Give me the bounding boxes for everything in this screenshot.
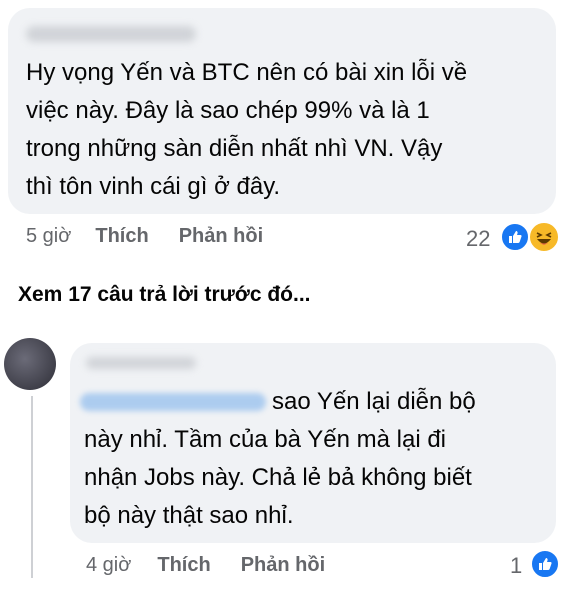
- comment-text-line: Hy vọng Yến và BTC nên có bài xin lỗi về: [26, 59, 468, 86]
- haha-icon[interactable]: [528, 221, 560, 253]
- thread-line: [31, 396, 33, 578]
- comment-actions-1: 5 giờ Thích Phản hồi: [26, 225, 263, 248]
- reaction-count[interactable]: 22: [466, 226, 490, 252]
- like-button[interactable]: Thích: [157, 554, 210, 577]
- comment-time[interactable]: 5 giờ: [26, 225, 71, 248]
- comment-text-line: nhận Jobs này. Chả lẻ bả không biết: [84, 464, 472, 491]
- like-button[interactable]: Thích: [95, 225, 148, 248]
- reply-button[interactable]: Phản hồi: [241, 554, 325, 577]
- reaction-count[interactable]: 1: [510, 553, 522, 579]
- view-previous-replies-link[interactable]: Xem 17 câu trả lời trước đó...: [18, 283, 311, 307]
- comment-text-line: việc này. Đây là sao chép 99% và là 1: [26, 97, 430, 124]
- comment-text-line: thì tôn vinh cái gì ở đây.: [26, 173, 281, 200]
- comment-text-line: này nhỉ. Tầm của bà Yến mà lại đi: [84, 426, 446, 453]
- comment-text-line: sao Yến lại diễn bộ: [272, 388, 476, 415]
- commenter-name-blurred[interactable]: [26, 26, 196, 42]
- like-icon[interactable]: [530, 549, 560, 579]
- comment-actions-2: 4 giờ Thích Phản hồi: [86, 554, 325, 577]
- reply-button[interactable]: Phản hồi: [179, 225, 263, 248]
- comment-text-line: bộ này thật sao nhỉ.: [84, 502, 294, 529]
- comment-bubble-2: sao Yến lại diễn bộ này nhỉ. Tầm của bà …: [70, 343, 556, 543]
- comment-time[interactable]: 4 giờ: [86, 554, 131, 577]
- like-icon[interactable]: [500, 222, 530, 252]
- comment-bubble-1: Hy vọng Yến và BTC nên có bài xin lỗi về…: [8, 8, 556, 214]
- commenter-name-blurred[interactable]: [86, 357, 196, 369]
- avatar[interactable]: [4, 338, 56, 390]
- tagged-user-blurred[interactable]: [80, 393, 266, 411]
- comment-text-line: trong những sàn diễn nhất nhì VN. Vậy: [26, 135, 443, 162]
